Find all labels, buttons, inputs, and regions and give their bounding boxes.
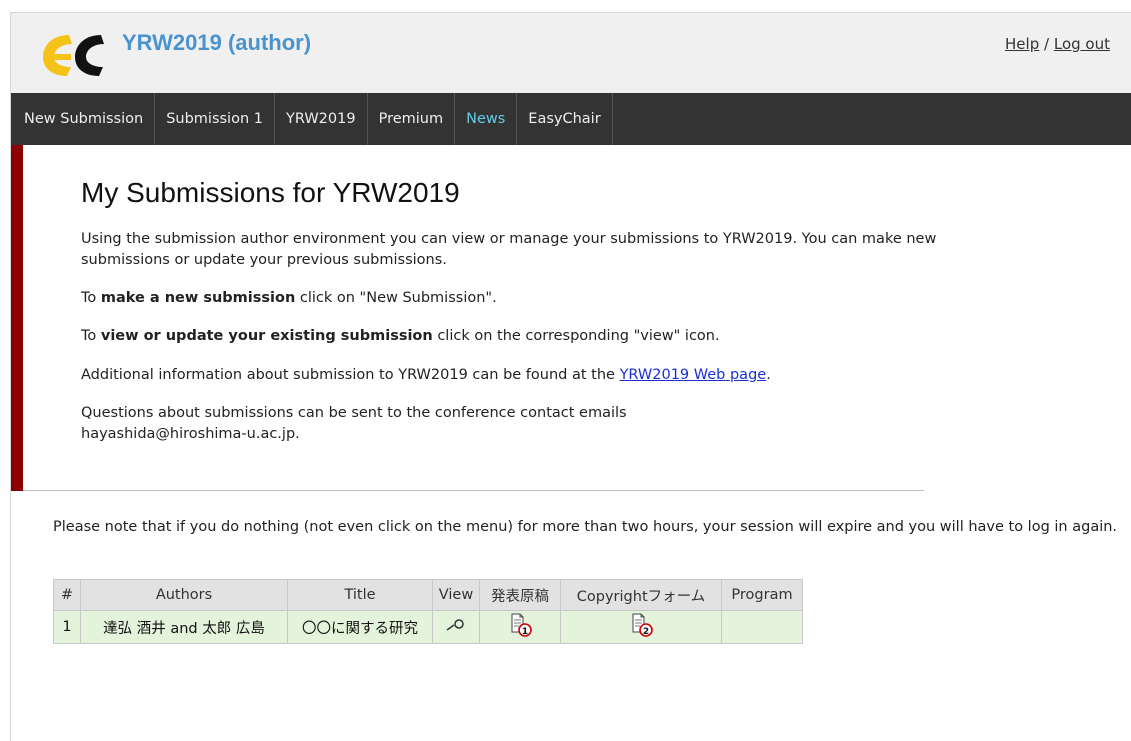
cell-manuscript: 1 (479, 610, 561, 644)
web-page-link[interactable]: YRW2019 Web page (620, 367, 767, 383)
instruction-bold: make a new submission (100, 290, 296, 306)
menu-item-easychair[interactable]: EasyChair (517, 93, 613, 145)
content-side-bar (11, 145, 23, 491)
instruction-bold: view or update your existing submission (100, 328, 433, 344)
magnifier-icon[interactable] (445, 618, 467, 636)
header-links: Help / Log out (1005, 35, 1110, 53)
submissions-table: # Authors Title View 発表原稿 Copyrightフォーム … (53, 579, 803, 644)
menu-item-premium[interactable]: Premium (368, 93, 456, 145)
main-content: My Submissions for YRW2019 Using the sub… (81, 145, 981, 445)
contact-email: hayashida@hiroshima-u.ac.jp. (81, 426, 300, 442)
column-header-manuscript: 発表原稿 (479, 579, 561, 611)
new-submission-instruction: To make a new submission click on "New S… (81, 288, 981, 309)
contact-info: Questions about submissions can be sent … (81, 403, 981, 445)
column-header-copyright-form: Copyrightフォーム (560, 579, 722, 611)
column-header-authors: Authors (80, 579, 288, 611)
app-window: YRW2019 (author) Help / Log out New Subm… (10, 12, 1131, 741)
table-row: 1 達弘 酒井 and 太郎 広島 〇〇に関する研究 1 2 (53, 610, 803, 644)
intro-text: Using the submission author environment … (81, 231, 937, 268)
content-divider (23, 490, 924, 491)
main-menu: New Submission Submission 1 YRW2019 Prem… (11, 93, 1131, 145)
column-header-number: # (53, 579, 81, 611)
contact-text: Questions about submissions can be sent … (81, 405, 627, 421)
column-header-view: View (432, 579, 480, 611)
info-suffix: . (766, 367, 771, 383)
link-separator: / (1044, 35, 1050, 53)
cell-number: 1 (53, 610, 81, 644)
additional-info: Additional information about submission … (81, 365, 981, 386)
svg-text:2: 2 (643, 627, 649, 637)
menu-item-news[interactable]: News (455, 93, 518, 145)
logout-link[interactable]: Log out (1054, 35, 1110, 53)
menu-item-yrw2019[interactable]: YRW2019 (275, 93, 368, 145)
menu-item-new-submission[interactable]: New Submission (11, 93, 156, 145)
cell-copyright-form: 2 (560, 610, 722, 644)
app-title: YRW2019 (author) (122, 30, 312, 55)
cell-view (432, 610, 480, 644)
cell-program (721, 610, 803, 644)
view-submission-instruction: To view or update your existing submissi… (81, 326, 981, 347)
instruction-suffix: click on "New Submission". (295, 290, 497, 306)
session-note: Please note that if you do nothing (not … (53, 519, 1118, 535)
easychair-logo (43, 35, 104, 76)
instruction-suffix: click on the corresponding "view" icon. (432, 328, 720, 344)
table-header-row: # Authors Title View 発表原稿 Copyrightフォーム … (53, 579, 803, 611)
info-prefix: Additional information about submission … (81, 367, 620, 383)
svg-text:1: 1 (522, 627, 528, 637)
document-1-icon[interactable]: 1 (508, 613, 532, 641)
column-header-program: Program (721, 579, 803, 611)
menu-item-submission-1[interactable]: Submission 1 (155, 93, 275, 145)
cell-title: 〇〇に関する研究 (287, 610, 433, 644)
instruction-prefix: To (81, 290, 101, 306)
document-2-icon[interactable]: 2 (629, 613, 653, 641)
cell-authors: 達弘 酒井 and 太郎 広島 (80, 610, 288, 644)
help-link[interactable]: Help (1005, 35, 1039, 53)
instruction-prefix: To (81, 328, 101, 344)
header: YRW2019 (author) Help / Log out (11, 13, 1131, 93)
column-header-title: Title (287, 579, 433, 611)
page-title: My Submissions for YRW2019 (81, 177, 460, 208)
